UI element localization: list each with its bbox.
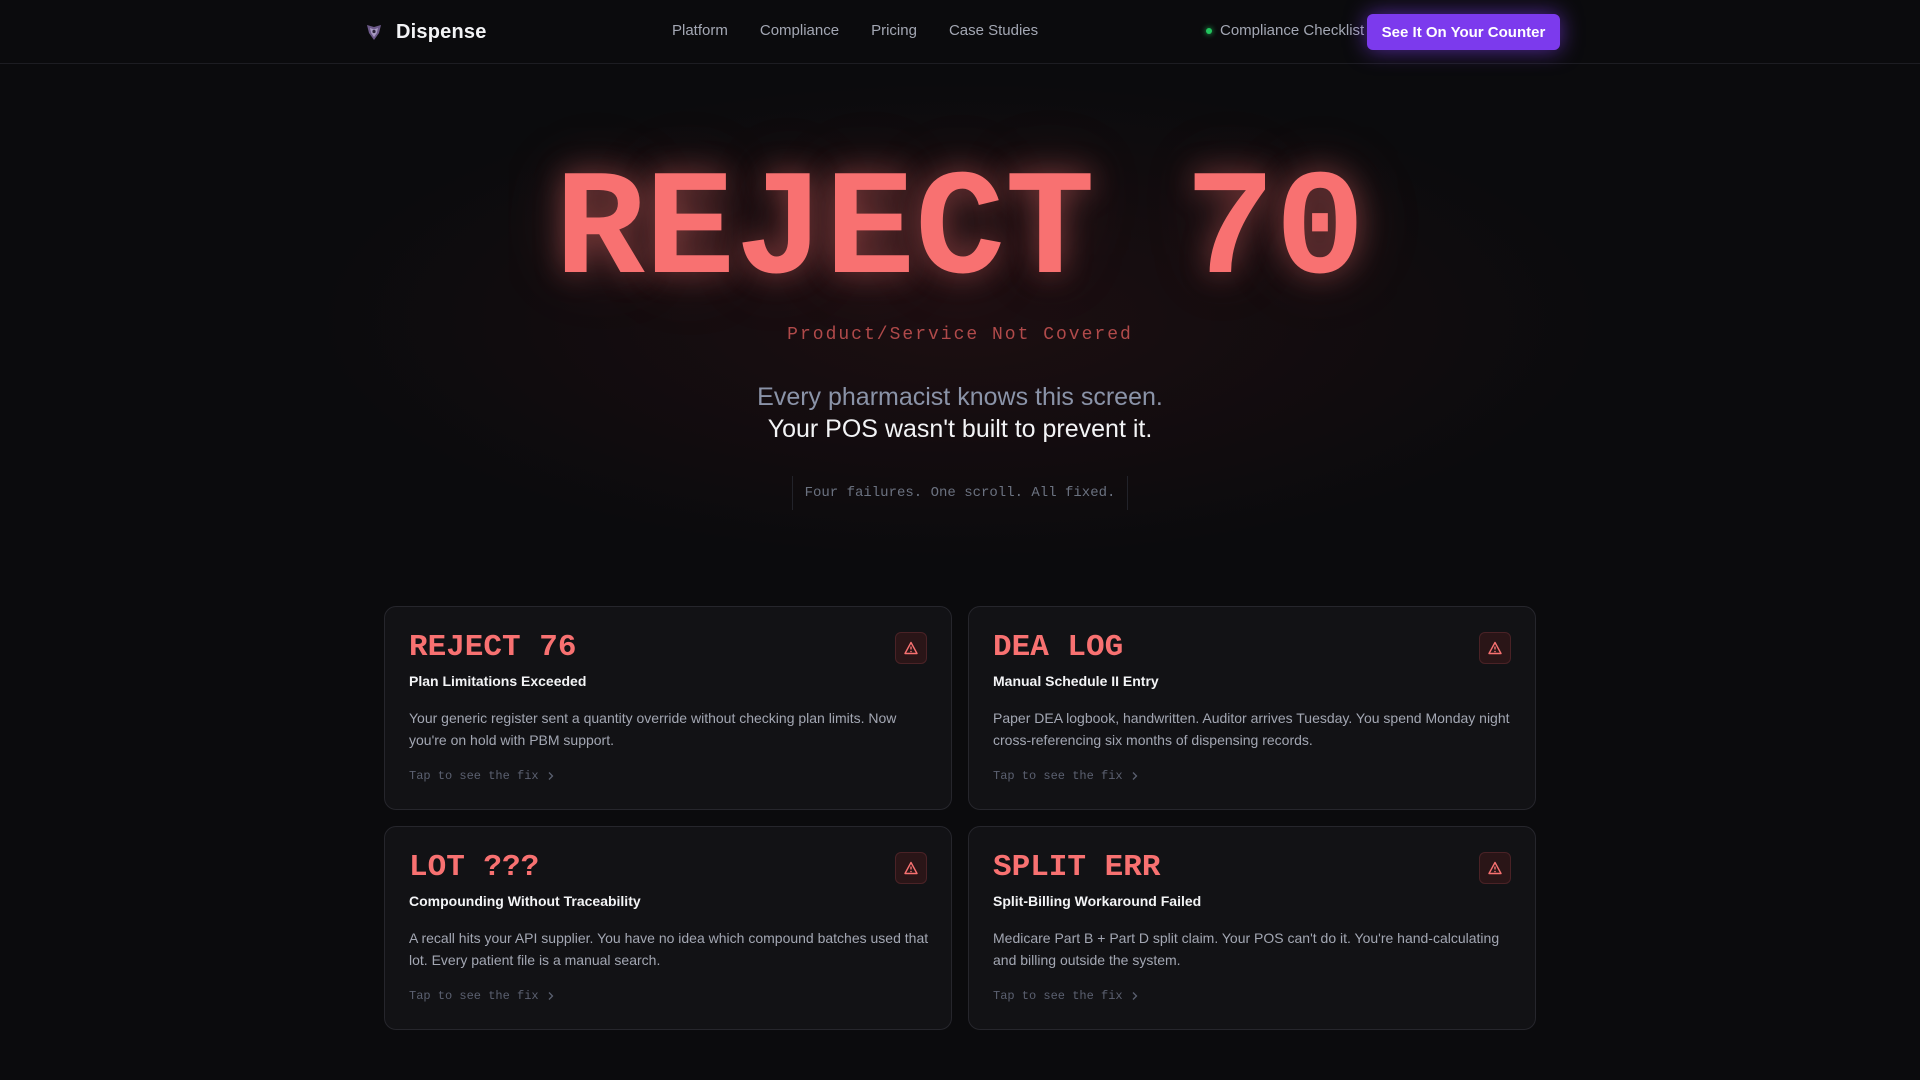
card-code: SPLIT ERR bbox=[993, 850, 1161, 885]
nav-link-case-studies[interactable]: Case Studies bbox=[949, 22, 1038, 39]
failure-card-reject-76[interactable]: REJECT 76 Plan Limitations Exceeded Your… bbox=[384, 606, 952, 810]
nav-link-compliance[interactable]: Compliance bbox=[760, 22, 839, 39]
status-dot-icon bbox=[1206, 27, 1212, 34]
brand-name: Dispense bbox=[396, 20, 487, 43]
card-subtitle: Plan Limitations Exceeded bbox=[409, 673, 587, 689]
failure-card-lot[interactable]: LOT ??? Compounding Without Traceability… bbox=[384, 826, 952, 1030]
card-fix-label: Tap to see the fix bbox=[409, 989, 539, 1003]
alert-triangle-icon bbox=[1479, 632, 1511, 664]
card-fix-link[interactable]: Tap to see the fix bbox=[409, 769, 555, 783]
hero-note: Four failures. One scroll. All fixed. bbox=[792, 476, 1128, 510]
card-description: Medicare Part B + Part D split claim. Yo… bbox=[993, 930, 1500, 968]
nav-link-pricing[interactable]: Pricing bbox=[871, 22, 917, 39]
failure-card-dea-log[interactable]: DEA LOG Manual Schedule II Entry Paper D… bbox=[968, 606, 1536, 810]
card-fix-link[interactable]: Tap to see the fix bbox=[409, 989, 555, 1003]
chevron-right-icon bbox=[1132, 992, 1138, 1000]
chevron-right-icon bbox=[548, 992, 554, 1000]
hero-error-subtitle: Product/Service Not Covered bbox=[787, 325, 1133, 345]
card-description: Paper DEA logbook, handwritten. Auditor … bbox=[993, 710, 1510, 748]
alert-triangle-icon bbox=[1479, 852, 1511, 884]
demo-cta-button[interactable]: See It On Your Counter bbox=[1367, 14, 1560, 50]
brand[interactable]: Dispense bbox=[364, 18, 487, 46]
chevron-right-icon bbox=[548, 772, 554, 780]
card-subtitle: Split-Billing Workaround Failed bbox=[993, 893, 1202, 909]
hero-tagline-2: Your POS wasn't built to prevent it. bbox=[767, 415, 1153, 443]
nav-links: Platform Compliance Pricing Case Studies bbox=[672, 22, 1038, 39]
hero-error-code: REJECT 70 bbox=[554, 148, 1366, 318]
compliance-checklist-label: Compliance Checklist bbox=[1220, 22, 1365, 39]
alert-triangle-icon bbox=[895, 632, 927, 664]
card-fix-link[interactable]: Tap to see the fix bbox=[993, 769, 1139, 783]
card-description: Your generic register sent a quantity ov… bbox=[409, 710, 897, 748]
card-subtitle: Manual Schedule II Entry bbox=[993, 673, 1159, 689]
alert-triangle-icon bbox=[895, 852, 927, 884]
card-code: LOT ??? bbox=[409, 850, 540, 885]
card-fix-label: Tap to see the fix bbox=[993, 989, 1123, 1003]
card-subtitle: Compounding Without Traceability bbox=[409, 893, 641, 909]
hero-tagline-1: Every pharmacist knows this screen. bbox=[757, 383, 1163, 411]
card-fix-label: Tap to see the fix bbox=[993, 769, 1123, 783]
failure-card-split-err[interactable]: SPLIT ERR Split-Billing Workaround Faile… bbox=[968, 826, 1536, 1030]
card-description: A recall hits your API supplier. You hav… bbox=[409, 930, 929, 968]
logo-icon bbox=[367, 25, 381, 40]
compliance-checklist-link[interactable]: Compliance Checklist bbox=[1206, 22, 1364, 39]
card-fix-label: Tap to see the fix bbox=[409, 769, 539, 783]
card-code: REJECT 76 bbox=[409, 630, 577, 665]
nav-link-platform[interactable]: Platform bbox=[672, 22, 728, 39]
top-nav: Dispense Platform Compliance Pricing Cas… bbox=[0, 0, 1920, 64]
card-code: DEA LOG bbox=[993, 630, 1124, 665]
card-fix-link[interactable]: Tap to see the fix bbox=[993, 989, 1139, 1003]
chevron-right-icon bbox=[1132, 772, 1138, 780]
